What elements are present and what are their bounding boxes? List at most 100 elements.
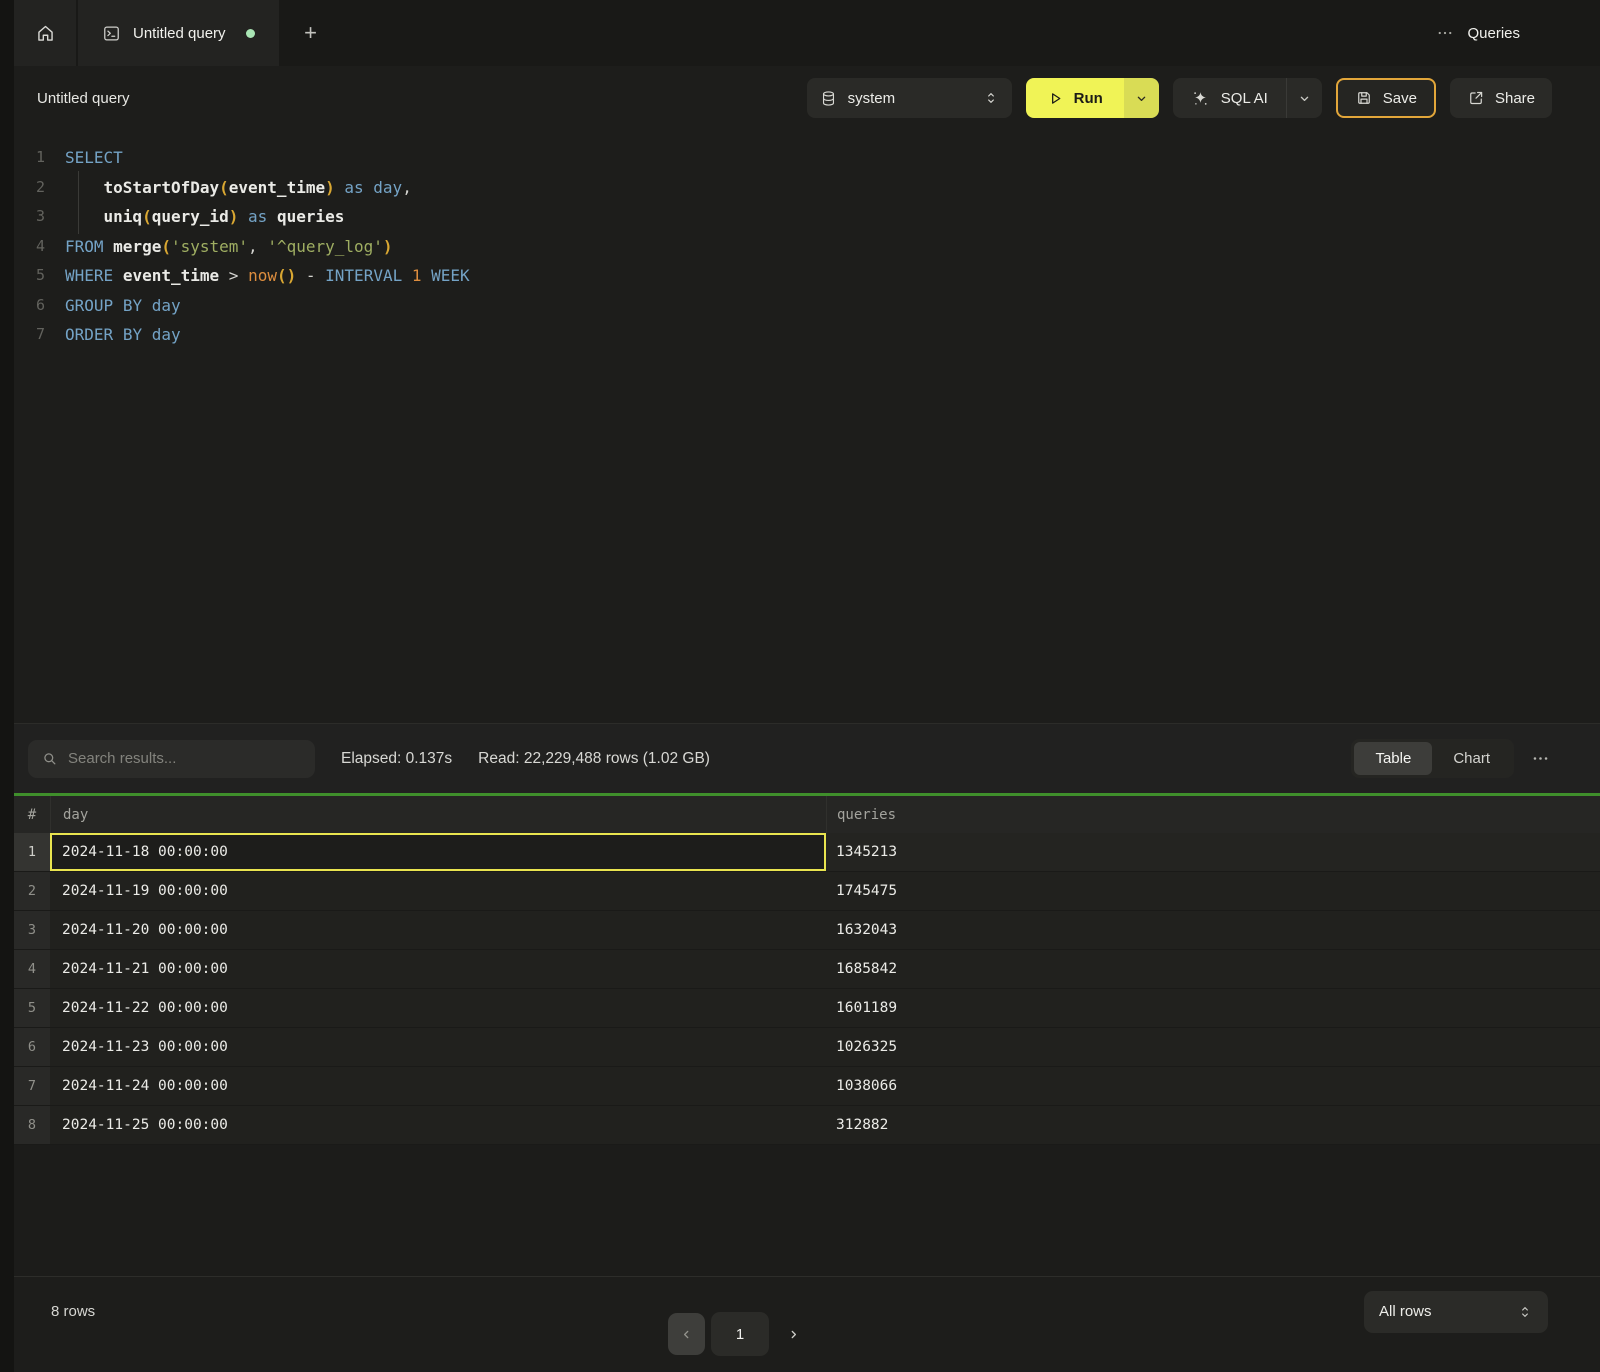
unfold-chevrons-icon: [1517, 1304, 1533, 1320]
table-row: 22024-11-19 00:00:001745475: [14, 872, 1600, 911]
ellipsis-icon[interactable]: [1436, 24, 1454, 42]
results-grid: # day queries 12024-11-18 00:00:00134521…: [14, 796, 1600, 1145]
home-icon: [35, 23, 56, 44]
day-cell[interactable]: 2024-11-21 00:00:00: [50, 950, 826, 988]
new-tab-button[interactable]: +: [279, 0, 343, 66]
unfold-chevrons-icon: [983, 90, 999, 106]
code-content: SELECT: [65, 143, 123, 173]
code-line: 6GROUP BY day: [14, 291, 1600, 321]
day-cell[interactable]: 2024-11-18 00:00:00: [50, 833, 826, 871]
line-number: 1: [14, 143, 65, 173]
sql-editor[interactable]: 1SELECT2 toStartOfDay(event_time) as day…: [14, 130, 1600, 723]
code-content: uniq(query_id) as queries: [65, 202, 344, 232]
column-header-queries[interactable]: queries: [826, 796, 1600, 833]
queries-panel-toggle[interactable]: Queries: [1467, 25, 1520, 42]
page-size-value: All rows: [1379, 1303, 1432, 1320]
tab-label: Untitled query: [133, 25, 226, 42]
sparkles-icon: [1191, 89, 1210, 108]
day-cell[interactable]: 2024-11-25 00:00:00: [50, 1106, 826, 1144]
search-icon: [41, 750, 58, 767]
column-header-index[interactable]: #: [14, 807, 50, 823]
left-edge-gutter: [0, 0, 14, 1372]
table-row: 42024-11-21 00:00:001685842: [14, 950, 1600, 989]
current-page-button[interactable]: 1: [711, 1312, 769, 1356]
code-content: ORDER BY day: [65, 320, 181, 350]
elapsed-time: Elapsed: 0.137s: [341, 750, 452, 768]
row-index-cell[interactable]: 8: [14, 1106, 50, 1144]
sql-ai-options-button[interactable]: [1286, 78, 1322, 118]
share-external-icon: [1467, 89, 1485, 107]
queries-cell[interactable]: 1745475: [826, 872, 1600, 910]
table-row: 82024-11-25 00:00:00312882: [14, 1106, 1600, 1145]
code-line: 1SELECT: [14, 143, 1600, 173]
row-index-cell[interactable]: 4: [14, 950, 50, 988]
save-button-label: Save: [1383, 90, 1417, 107]
run-button-group: Run: [1026, 78, 1159, 118]
line-number: 3: [14, 202, 65, 232]
table-row: 62024-11-23 00:00:001026325: [14, 1028, 1600, 1067]
queries-cell[interactable]: 1345213: [826, 833, 1600, 871]
row-index-cell[interactable]: 6: [14, 1028, 50, 1066]
results-empty-area: [14, 1145, 1600, 1276]
sql-ai-button-group: SQL AI: [1173, 78, 1322, 118]
table-row: 12024-11-18 00:00:001345213: [14, 833, 1600, 872]
row-index-cell[interactable]: 1: [14, 833, 50, 871]
code-line: 2 toStartOfDay(event_time) as day,: [14, 173, 1600, 203]
day-cell[interactable]: 2024-11-24 00:00:00: [50, 1067, 826, 1105]
queries-cell[interactable]: 1601189: [826, 989, 1600, 1027]
row-index-cell[interactable]: 2: [14, 872, 50, 910]
code-content: toStartOfDay(event_time) as day,: [65, 173, 412, 203]
tab-chart-view[interactable]: Chart: [1432, 742, 1511, 775]
code-line: 4FROM merge('system', '^query_log'): [14, 232, 1600, 262]
table-row: 72024-11-24 00:00:001038066: [14, 1067, 1600, 1106]
search-results-input[interactable]: [68, 750, 302, 767]
run-button[interactable]: Run: [1026, 78, 1124, 118]
queries-cell[interactable]: 1685842: [826, 950, 1600, 988]
row-count: 8 rows: [51, 1303, 95, 1320]
sql-ai-button[interactable]: SQL AI: [1173, 78, 1286, 118]
queries-cell[interactable]: 1038066: [826, 1067, 1600, 1105]
database-select[interactable]: system: [807, 78, 1012, 118]
tab-untitled-query[interactable]: Untitled query: [78, 0, 279, 66]
database-icon: [820, 90, 837, 107]
line-number: 2: [14, 173, 65, 203]
run-options-button[interactable]: [1124, 78, 1159, 118]
queries-cell[interactable]: 1026325: [826, 1028, 1600, 1066]
tabbar-right: Queries: [1436, 0, 1600, 66]
share-button[interactable]: Share: [1450, 78, 1552, 118]
previous-page-button[interactable]: [668, 1313, 705, 1355]
day-cell[interactable]: 2024-11-22 00:00:00: [50, 989, 826, 1027]
row-index-cell[interactable]: 7: [14, 1067, 50, 1105]
unsaved-changes-dot: [246, 29, 255, 38]
code-content: WHERE event_time > now() - INTERVAL 1 WE…: [65, 261, 470, 291]
rows-read-stats: Read: 22,229,488 rows (1.02 GB): [478, 750, 710, 768]
tab-table-view[interactable]: Table: [1354, 742, 1432, 775]
day-cell[interactable]: 2024-11-19 00:00:00: [50, 872, 826, 910]
toolbar-actions: system Run: [807, 78, 1552, 118]
floppy-icon: [1355, 89, 1373, 107]
search-results-box[interactable]: [28, 740, 315, 778]
day-cell[interactable]: 2024-11-23 00:00:00: [50, 1028, 826, 1066]
column-header-day[interactable]: day: [50, 796, 826, 833]
line-number: 6: [14, 291, 65, 321]
queries-cell[interactable]: 312882: [826, 1106, 1600, 1144]
share-button-label: Share: [1495, 90, 1535, 107]
row-index-cell[interactable]: 3: [14, 911, 50, 949]
row-index-cell[interactable]: 5: [14, 989, 50, 1027]
results-more-ellipsis-icon[interactable]: [1531, 749, 1550, 768]
code-line: 5WHERE event_time > now() - INTERVAL 1 W…: [14, 261, 1600, 291]
next-page-button[interactable]: [775, 1313, 811, 1355]
code-line: 7ORDER BY day: [14, 320, 1600, 350]
save-button[interactable]: Save: [1336, 78, 1436, 118]
home-tab[interactable]: [14, 0, 76, 66]
sql-console-app: Untitled query + Queries Untitled query: [0, 0, 1600, 1372]
table-row: 32024-11-20 00:00:001632043: [14, 911, 1600, 950]
queries-cell[interactable]: 1632043: [826, 911, 1600, 949]
day-cell[interactable]: 2024-11-20 00:00:00: [50, 911, 826, 949]
table-row: 52024-11-22 00:00:001601189: [14, 989, 1600, 1028]
page-size-select[interactable]: All rows: [1364, 1291, 1548, 1333]
run-button-label: Run: [1074, 90, 1103, 107]
sql-ai-button-label: SQL AI: [1221, 90, 1268, 107]
terminal-icon: [102, 24, 121, 43]
grid-rows: 12024-11-18 00:00:00134521322024-11-19 0…: [14, 833, 1600, 1145]
